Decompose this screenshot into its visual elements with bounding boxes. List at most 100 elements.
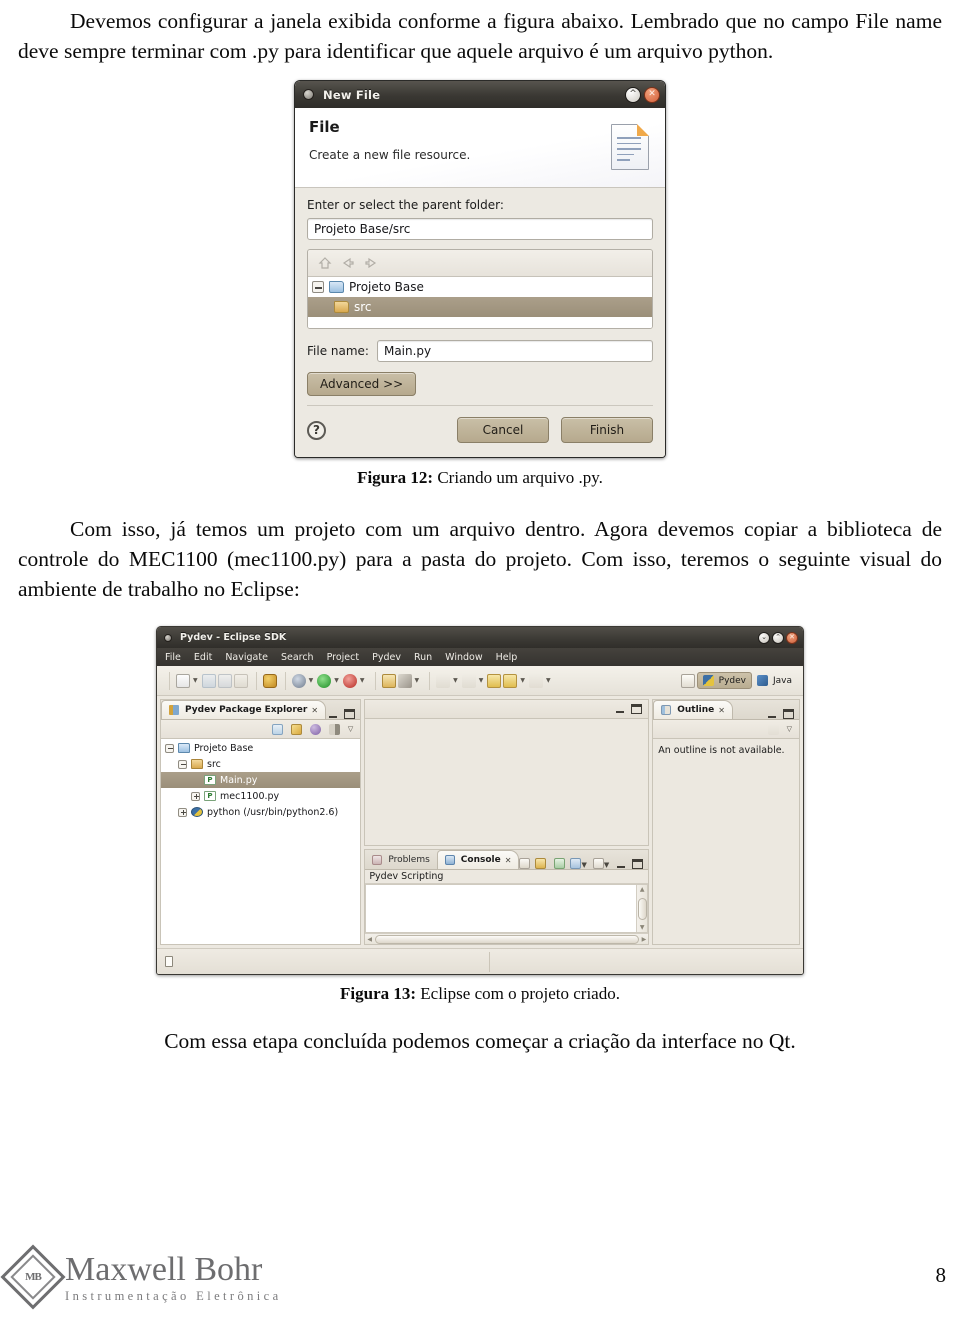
menu-item-window[interactable]: Window (445, 652, 482, 663)
pin-icon[interactable] (397, 673, 412, 688)
menu-item-navigate[interactable]: Navigate (225, 652, 268, 663)
console-horizontal-scrollbar[interactable]: ◀ ▶ (365, 933, 649, 944)
menu-item-search[interactable]: Search (281, 652, 314, 663)
open-console-icon[interactable] (592, 858, 604, 869)
close-icon[interactable]: ✕ (505, 856, 512, 865)
close-icon[interactable]: ✕ (786, 631, 798, 644)
eclipse-titlebar[interactable]: Pydev - Eclipse SDK ⌄ ⌃ ✕ (157, 627, 803, 648)
editor-tabbar[interactable] (365, 700, 649, 719)
package-explorer-tree[interactable]: Projeto Base src P Main.py P mec1100.py … (161, 739, 361, 944)
folder-tree-list[interactable]: Projeto Base src (308, 276, 652, 328)
outline-tabbar[interactable]: Outline ✕ (653, 700, 799, 720)
forward-history-icon[interactable] (503, 673, 518, 688)
tree-row[interactable]: python (/usr/bin/python2.6) (161, 804, 360, 820)
scroll-thumb[interactable] (637, 897, 647, 920)
bottom-panel[interactable]: Problems Console ✕ ▼ ▼ Pydev Scripting ▲… (364, 849, 650, 945)
chevron-down-icon[interactable]: ▼ (360, 677, 365, 684)
chevron-down-icon[interactable]: ▼ (581, 861, 586, 869)
scroll-right-icon[interactable]: ▶ (642, 936, 647, 943)
folder-tree-panel[interactable]: Projeto Base src (307, 249, 653, 329)
view-menu-icon[interactable]: ▽ (787, 725, 792, 733)
eclipse-menubar[interactable]: File Edit Navigate Search Project Pydev … (157, 648, 803, 666)
scroll-up-icon[interactable]: ▲ (640, 886, 645, 893)
link-with-editor-icon[interactable] (290, 723, 302, 735)
collapse-expander-icon[interactable] (178, 759, 187, 769)
outline-view[interactable]: Outline ✕ ▽ An outline is not available. (652, 699, 800, 945)
open-folder-icon[interactable] (381, 673, 396, 688)
minimize-view-icon[interactable] (767, 710, 778, 719)
new-file-dialog[interactable]: New File ^ ✕ File Create a new file reso… (294, 80, 666, 458)
package-explorer-toolbar[interactable]: ▽ (161, 720, 361, 739)
chevron-down-icon[interactable]: ▼ (193, 677, 198, 684)
minimize-view-icon[interactable] (328, 710, 339, 719)
tree-row[interactable]: P mec1100.py (161, 788, 360, 804)
help-icon[interactable]: ? (307, 420, 326, 440)
scroll-thumb[interactable] (374, 934, 639, 944)
tree-row[interactable]: Projeto Base (161, 740, 360, 756)
scroll-down-icon[interactable]: ▼ (640, 924, 645, 931)
minimize-editor-icon[interactable] (615, 705, 626, 714)
close-icon[interactable]: ✕ (718, 706, 725, 715)
new-file-toolbar-button[interactable]: ▼ (176, 673, 202, 688)
tree-row[interactable]: Projeto Base (308, 277, 652, 297)
maximize-view-icon[interactable] (632, 859, 644, 869)
tree-row[interactable]: src (161, 756, 360, 772)
maximize-view-icon[interactable] (344, 709, 356, 719)
menu-item-run[interactable]: Run (414, 652, 432, 663)
scroll-left-icon[interactable]: ◀ (367, 936, 372, 943)
tab-outline[interactable]: Outline ✕ (653, 700, 733, 719)
close-icon[interactable]: ✕ (644, 86, 660, 103)
tab-console[interactable]: Console ✕ (436, 850, 520, 869)
scroll-lock-icon[interactable] (535, 858, 547, 869)
chevron-down-icon[interactable]: ▼ (604, 861, 609, 869)
cancel-button[interactable]: Cancel (457, 417, 549, 443)
forward-history-button[interactable]: ▼ (503, 673, 529, 688)
expand-expander-icon[interactable] (178, 807, 187, 817)
menu-item-file[interactable]: File (165, 652, 181, 663)
eclipse-toolbar[interactable]: ▼ ▼ ▼ ▼ ▼ ▼ ▼ ▼ ▼ Pydev Java (157, 666, 803, 696)
maximize-view-icon[interactable] (783, 709, 794, 719)
tree-row[interactable]: P Main.py (161, 772, 361, 788)
forward-arrow-icon[interactable] (364, 256, 378, 270)
folder-tree-toolbar[interactable] (308, 250, 652, 276)
console-output-area[interactable]: ▲ ▼ (365, 884, 649, 933)
console-vertical-scrollbar[interactable]: ▲ ▼ (636, 885, 648, 932)
sort-icon[interactable] (328, 723, 340, 735)
menu-item-pydev[interactable]: Pydev (372, 652, 401, 663)
pin-console-icon[interactable] (554, 858, 566, 869)
expand-expander-icon[interactable] (191, 791, 200, 801)
external-tools-icon[interactable] (342, 673, 357, 688)
back-history-icon[interactable] (487, 673, 502, 688)
chevron-down-icon[interactable]: ▼ (415, 677, 420, 684)
advanced-button[interactable]: Advanced >> (307, 372, 417, 396)
run-toolbar-button[interactable]: ▼ (317, 673, 343, 688)
external-tools-button[interactable]: ▼ (342, 673, 369, 688)
close-icon[interactable]: ✕ (311, 706, 318, 715)
perspective-pydev[interactable]: Pydev (696, 672, 752, 689)
chevron-down-icon[interactable]: ▼ (520, 677, 525, 684)
back-arrow-icon[interactable] (341, 256, 355, 270)
menu-item-help[interactable]: Help (496, 652, 518, 663)
run-play-icon[interactable] (317, 673, 332, 688)
collapse-expander-icon[interactable] (165, 743, 174, 753)
collapse-all-icon[interactable] (271, 723, 283, 735)
maximize-icon[interactable]: ^ (625, 86, 641, 103)
maximize-editor-icon[interactable] (631, 704, 643, 714)
home-icon[interactable] (318, 256, 332, 270)
display-selected-console-icon[interactable] (570, 858, 582, 869)
tree-row[interactable]: src (308, 297, 652, 317)
tab-problems[interactable]: Problems (365, 850, 436, 869)
open-perspective-icon[interactable] (680, 673, 695, 688)
filters-icon[interactable] (309, 723, 321, 735)
package-explorer-view[interactable]: Pydev Package Explorer ✕ ▽ Projeto Base … (160, 699, 362, 945)
minimize-view-icon[interactable] (616, 860, 627, 869)
tab-pydev-package-explorer[interactable]: Pydev Package Explorer ✕ (161, 700, 327, 719)
menu-item-edit[interactable]: Edit (194, 652, 212, 663)
bottom-panel-tabbar[interactable]: Problems Console ✕ ▼ ▼ (365, 850, 649, 870)
menu-item-project[interactable]: Project (327, 652, 360, 663)
outline-toolbar[interactable]: ▽ (653, 720, 799, 739)
open-type-icon[interactable] (262, 673, 277, 688)
clear-console-icon[interactable] (519, 858, 531, 869)
minimize-icon[interactable]: ⌄ (758, 631, 770, 644)
maximize-icon[interactable]: ⌃ (772, 631, 784, 644)
